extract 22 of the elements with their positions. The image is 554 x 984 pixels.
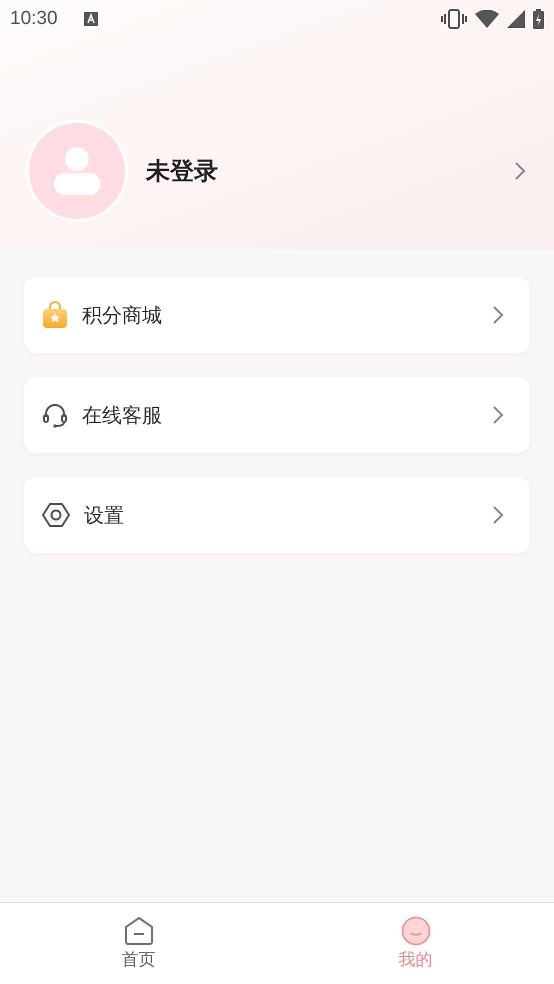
chevron-icon xyxy=(514,161,526,181)
battery-icon xyxy=(533,9,544,29)
signal-icon xyxy=(507,10,525,28)
status-time: 10:30 xyxy=(10,8,58,30)
menu-item[interactable]: 在线客服 xyxy=(24,377,530,453)
menu-label: 设置 xyxy=(84,502,125,528)
chevron-icon xyxy=(492,505,504,525)
menu-item[interactable]: 设置 xyxy=(24,477,530,553)
shopping-bag-icon xyxy=(42,301,68,329)
menu-label: 积分商城 xyxy=(82,302,163,328)
user-icon xyxy=(54,147,100,195)
nav-tab[interactable]: 首页 xyxy=(0,903,277,984)
wifi-icon xyxy=(475,10,499,28)
settings-icon xyxy=(42,502,70,528)
vibrate-icon xyxy=(441,9,467,29)
login-status[interactable]: 未登录 xyxy=(146,155,514,187)
chevron-icon xyxy=(492,405,504,425)
menu-label: 在线客服 xyxy=(82,402,163,428)
chevron-icon xyxy=(492,305,504,325)
headset-icon xyxy=(42,402,68,428)
keyboard-notification-icon xyxy=(84,12,98,26)
menu-item[interactable]: 积分商城 xyxy=(24,277,530,353)
